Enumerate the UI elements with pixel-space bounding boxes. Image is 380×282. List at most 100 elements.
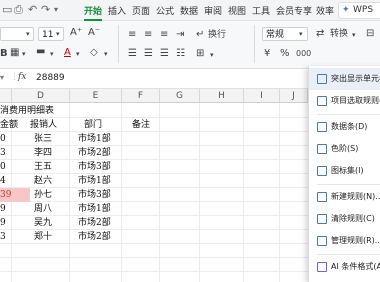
tab-tools[interactable]: 工具 [252,4,270,17]
name-cell[interactable]: 赵六 [34,174,68,188]
menu-item-new-rule[interactable]: 新建规则(N)... [309,186,380,208]
column-header-c[interactable] [0,89,12,103]
tab-efficiency[interactable]: 效率 [316,4,334,17]
tab-member[interactable]: 会员专享 [276,4,312,17]
font-grow-icon[interactable]: A⁺ [70,27,82,39]
header-cell-reimburser[interactable]: 报销人 [30,118,68,132]
name-cell[interactable]: 郑十 [34,230,68,244]
align-middle-icon[interactable]: ≡ [144,29,152,41]
name-cell[interactable]: 李四 [34,146,68,160]
name-cell[interactable]: 孙七 [34,188,68,202]
department-cell[interactable]: 市场1部 [78,174,122,188]
tab-page[interactable]: 页面 [132,4,150,17]
chevron-down-icon[interactable]: ▾ [0,73,4,82]
department-cell[interactable]: 市场2部 [78,146,122,160]
percent-icon[interactable]: % [280,48,290,60]
undo-icon[interactable]: ↶ [28,3,37,16]
data-bars-icon [317,122,327,132]
chevron-down-icon: ▾ [299,30,303,38]
chevron-down-icon: ▾ [22,50,26,58]
header-cell-remark[interactable]: 备注 [132,118,160,132]
align-right-icon[interactable]: ☰ [160,48,169,60]
clear-format-icon[interactable]: ◇ [90,47,98,59]
department-cell[interactable]: 市场3部 [78,160,122,174]
highlight-cells-icon [317,74,327,84]
save-icon[interactable]: ▭ [2,3,12,16]
tab-view[interactable]: 视图 [228,4,246,17]
column-header-g[interactable]: G [160,89,200,103]
thousands-icon[interactable]: 000 [296,48,311,60]
font-color-icon[interactable]: A [64,47,71,59]
wrap-button[interactable]: 换行 [208,29,226,41]
currency-icon[interactable]: ¥ [264,48,270,60]
department-cell[interactable]: 市场1部 [78,202,122,216]
align-center-icon[interactable]: ☰ [144,48,153,60]
font-shrink-icon[interactable]: A⁻ [88,27,100,39]
column-header-d[interactable]: D [12,89,70,103]
grid-line [69,103,70,282]
department-cell[interactable]: 市场2部 [78,216,122,230]
column-header-e[interactable]: E [70,89,122,103]
convert-button[interactable]: 转换 [330,28,348,40]
amount-cell[interactable]: 3 [0,230,30,244]
wps-ai-button[interactable]: ✦ WPS [338,2,380,19]
tab-home[interactable]: 开始 [84,4,103,21]
fill-color-icon[interactable]: ▬ [36,46,45,58]
menu-item-color-scales[interactable]: 色阶(S) [309,138,380,160]
name-cell[interactable]: 周八 [34,202,68,216]
grid-line [0,271,308,272]
distributed-align-icon[interactable]: ☷ [176,48,185,60]
wrap-icon[interactable]: ↵ [196,29,204,41]
menu-item-ai-conditional-format[interactable]: AI 条件格式(A) [309,256,380,278]
conditional-format-menu: 突出显示单元格 项目选取规则(T) 数据条(D) 色阶(S) 图标集(I) 新建… [308,66,380,282]
fx-icon[interactable]: fx [18,72,26,82]
dropdown-icon[interactable]: ▾ [54,5,58,14]
menu-item-top-bottom-rules[interactable]: 项目选取规则(T) [309,90,380,112]
menu-item-highlight-cells[interactable]: 突出显示单元格 [309,68,380,90]
align-bottom-icon[interactable]: ≡ [160,29,168,41]
border-icon[interactable]: ▦ [10,47,19,59]
name-cell[interactable]: 吴九 [34,216,68,230]
department-cell[interactable]: 市场2部 [78,230,122,244]
department-cell[interactable]: 市场1部 [78,132,122,146]
column-header-j[interactable]: J [280,89,308,103]
print-icon[interactable]: ⎙ [14,3,23,17]
header-cell-department[interactable]: 部门 [84,118,120,132]
align-top-icon[interactable]: ≡ [128,29,136,41]
menu-separator [317,114,380,115]
menu-item-manage-rules[interactable]: 管理规则(R)... [309,230,380,252]
column-header-i[interactable]: I [244,89,280,103]
tab-data[interactable]: 数据 [180,4,198,17]
menu-item-clear-rules[interactable]: 清除规则(C) [309,208,380,230]
merge-cells-icon[interactable]: ⊞ [196,48,204,60]
font-size-box[interactable]: 11 [38,27,64,41]
name-cell[interactable]: 王五 [34,160,68,174]
menu-item-icon-sets[interactable]: 图标集(I) [309,160,380,182]
menu-item-data-bars[interactable]: 数据条(D) [309,116,380,138]
amount-cell[interactable]: 4 [0,174,30,188]
tab-insert[interactable]: 插入 [108,4,126,17]
align-left-icon[interactable]: ☰ [128,48,137,60]
menu-separator [317,254,380,255]
convert-icon[interactable]: ⇄ [316,28,324,40]
rows-cols-icon[interactable]: ⊟ [366,28,374,40]
bold-button[interactable]: B [0,48,8,60]
department-cell[interactable]: 市场3部 [78,188,122,202]
redo-icon[interactable]: ↷ [41,3,50,16]
amount-cell[interactable]: 3 [0,146,30,160]
name-cell[interactable]: 张三 [34,132,68,146]
formula-input[interactable]: 28889 [36,73,65,83]
tab-review[interactable]: 审阅 [204,4,222,17]
indent-icon[interactable]: ⇥ [176,29,184,41]
column-header-h[interactable]: H [200,89,244,103]
highlighted-amount-cell[interactable]: 39 [0,188,30,202]
spreadsheet-grid: D E F G H I J 消费用明细表 金额 报销人 部门 备注 0 张三 市… [0,89,308,282]
amount-cell[interactable]: 0 [0,132,30,146]
tab-formula[interactable]: 公式 [156,4,174,17]
amount-cell[interactable]: 9 [0,202,30,216]
table-title-cell[interactable]: 消费用明细表 [0,104,120,118]
amount-cell[interactable]: 0 [0,160,30,174]
amount-cell[interactable]: 9 [0,216,30,230]
column-header-f[interactable]: F [122,89,160,103]
top-bottom-rules-icon [317,96,327,106]
